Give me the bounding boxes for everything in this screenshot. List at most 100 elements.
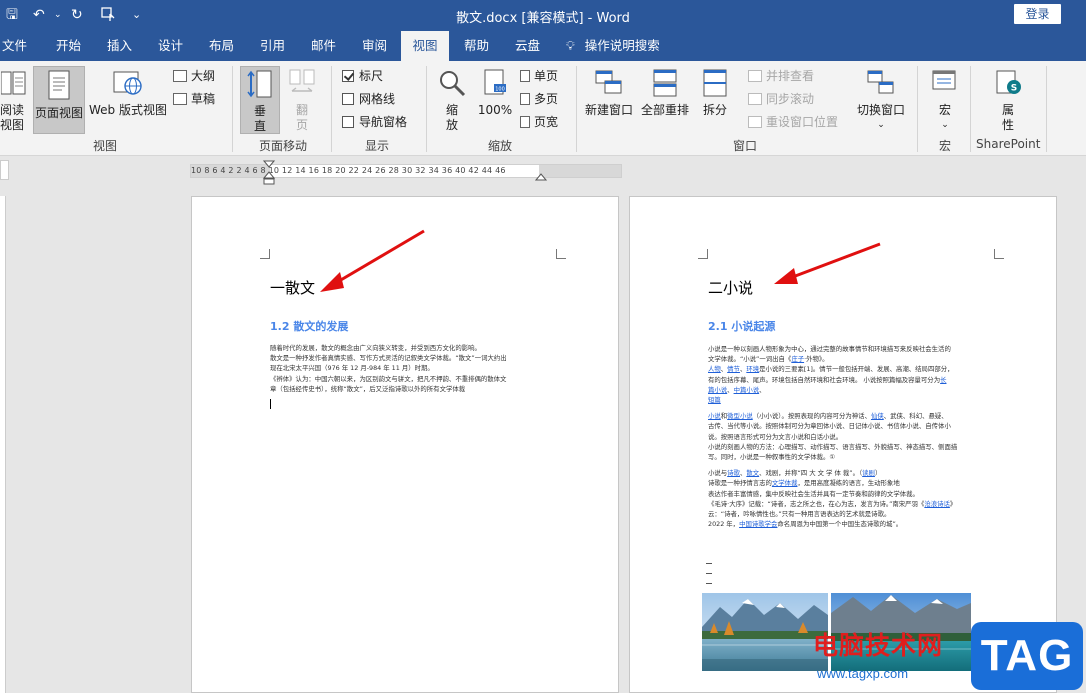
page2-subheading[interactable]: 2.1 小说起源 — [708, 318, 775, 334]
draft-button[interactable]: 草稿 — [173, 90, 215, 108]
vertical-icon — [247, 70, 272, 98]
checkbox-unchecked-icon — [342, 116, 354, 128]
link[interactable]: 文学体裁 — [772, 479, 798, 487]
page2-line: 表达作者丰富情感，集中反映社会生活并具有一定节奏和韵律的文学体裁。 — [708, 489, 919, 498]
link[interactable]: 情节 — [727, 365, 740, 373]
page1-heading[interactable]: 一散文 — [270, 277, 315, 298]
link[interactable]: 中篇小说 — [734, 386, 760, 394]
page-movement-group-label: 页面移动 — [258, 139, 307, 153]
page1-subheading[interactable]: 1.2 散文的发展 — [270, 318, 348, 334]
tab-references[interactable]: 引用 — [258, 31, 287, 61]
page2-line: 小说是一种以刻画人物形象为中心，通过完整的故事情节和环境描写来反映社会生活的 — [708, 345, 951, 353]
vertical-label: 垂 直 — [253, 104, 266, 133]
side-by-side-label: 并排查看 — [766, 69, 815, 83]
arrange-all-label: 全部重排 — [640, 103, 689, 117]
link[interactable]: 微型小说 — [727, 412, 753, 420]
sync-scroll-label: 同步滚动 — [766, 92, 815, 106]
group-separator — [917, 66, 918, 152]
page2-heading[interactable]: 二小说 — [708, 277, 753, 298]
split-label: 拆分 — [702, 103, 727, 117]
title-bar: 🖫 ↶ ⌄ ↻ ⌄ 散文.docx [兼容模式] - Word 登录 — [0, 0, 1086, 31]
login-button[interactable]: 登录 — [1014, 4, 1061, 24]
page2-line: 云：“诗者，吟咏情性也。”只有一种用言语表达的艺术就是诗歌。 — [708, 510, 891, 519]
checkbox-checked-icon — [342, 70, 354, 82]
link[interactable]: 庄子 — [791, 355, 804, 363]
page2-line: 2022 年，中国诗歌学会命名周恩为中国第一个中国生态诗歌的城”。 — [708, 520, 903, 529]
page2-line: 小说的刻画人物的方法：心理描写、动作描写、语言描写、外貌描写、神态描写、侧面描 — [708, 442, 958, 451]
vertical-ruler — [0, 196, 6, 693]
page-width-button[interactable]: 页宽 — [520, 113, 558, 131]
tab-cloud[interactable]: 云盘 — [513, 31, 542, 61]
link[interactable]: 中国诗歌学会 — [739, 520, 777, 528]
macros-label: 宏 — [938, 103, 951, 117]
synchronous-scrolling-button[interactable]: 同步滚动 — [748, 90, 814, 108]
multiple-pages-button[interactable]: 多页 — [520, 90, 558, 108]
vertical-button[interactable]: 垂 直 — [240, 66, 280, 134]
tell-me-label: 操作说明搜索 — [584, 38, 660, 53]
page1-line: 《辨体》认为：中国六朝以来，为区别韵文与骈文，把凡不押韵、不重排偶的散体文 — [270, 374, 507, 383]
landscape-photo-1[interactable] — [702, 593, 828, 671]
web-layout-button[interactable]: Web 版式视图 — [87, 69, 169, 131]
right-indent-marker-icon[interactable] — [535, 170, 547, 184]
gridlines-checkbox[interactable]: 网格线 — [342, 90, 395, 108]
tab-file[interactable]: 文件 — [0, 31, 29, 61]
link[interactable]: 沧浪诗话 — [924, 500, 950, 508]
arrange-all-button[interactable]: 全部重排 — [639, 69, 691, 131]
read-mode-label: 阅读 视图 — [0, 103, 25, 132]
ruler-checkbox[interactable]: 标尺 — [342, 67, 383, 85]
link[interactable]: 小说 — [708, 412, 721, 420]
list-marker — [706, 583, 712, 584]
link[interactable]: 短篇 — [708, 396, 721, 404]
link[interactable]: 人物 — [708, 365, 721, 373]
link[interactable]: 环境 — [746, 365, 759, 373]
sharepoint-group-label: SharePoint — [976, 137, 1041, 151]
switch-windows-button[interactable]: 切换窗口 ⌄ — [853, 69, 909, 135]
page2-line: 古传、当代等小说。按照体制可分为章回体小说、日记体小说、书信体小说、自传体小 — [708, 422, 951, 431]
side-to-side-label: 翻 页 — [295, 103, 308, 132]
sync-scroll-icon — [748, 93, 762, 105]
tab-mailings[interactable]: 邮件 — [309, 31, 338, 61]
tell-me-search[interactable]: 💡︎ 操作说明搜索 — [566, 31, 660, 61]
zoom-button[interactable]: 缩 放 — [436, 69, 468, 132]
properties-button[interactable]: S 属 性 — [988, 69, 1028, 135]
link[interactable]: 诗歌 — [727, 469, 740, 477]
link[interactable]: 长 — [940, 376, 946, 384]
print-layout-button[interactable]: 页面视图 — [33, 66, 85, 134]
tab-review[interactable]: 审阅 — [360, 31, 389, 61]
tab-home[interactable]: 开始 — [54, 31, 83, 61]
tab-insert[interactable]: 插入 — [105, 31, 134, 61]
zoom-100-button[interactable]: 100 100% — [476, 69, 514, 131]
page2-line: 诗歌是一种抒情言志的文学体裁，是用高度凝练的语言，生动形象地 — [708, 479, 900, 488]
navigation-pane-checkbox[interactable]: 导航窗格 — [342, 113, 407, 131]
reset-window-position-button[interactable]: 重设窗口位置 — [748, 113, 838, 131]
split-button[interactable]: 拆分 — [697, 69, 733, 131]
tab-view[interactable]: 视图 — [401, 31, 449, 61]
ruler-bar: 10 8 6 4 2 2 4 6 8 10 12 14 16 18 20 22 … — [0, 156, 1086, 186]
page2-line: 人物、情节、环境是小说的三要素[1]。情节一般包括开端、发展、高潮、结局四部分， — [708, 365, 954, 374]
tab-help[interactable]: 帮助 — [462, 31, 491, 61]
link[interactable]: 散文 — [746, 469, 759, 477]
outline-label: 大纲 — [191, 69, 216, 83]
page1-body[interactable]: 随着时代的发展，散文的概念由广义向狭义转变，并受到西方文化的影响。 散文是一种抒… — [270, 343, 570, 394]
indent-marker-icon[interactable] — [263, 160, 275, 186]
side-to-side-button[interactable]: 翻 页 — [283, 69, 321, 132]
tab-selector[interactable] — [0, 160, 9, 180]
page2-line: 短篇 — [708, 395, 1008, 405]
print-layout-icon — [48, 70, 70, 100]
one-page-button[interactable]: 单页 — [520, 67, 558, 85]
zoom-label: 缩 放 — [445, 103, 458, 132]
horizontal-ruler[interactable]: 10 8 6 4 2 2 4 6 8 10 12 14 16 18 20 22 … — [190, 164, 622, 178]
link[interactable]: 篇小说 — [708, 386, 727, 394]
watermark-url: www.tagxp.com — [817, 666, 909, 681]
read-mode-button[interactable]: 阅读 视图 — [0, 69, 28, 132]
ruler-label: 标尺 — [359, 69, 384, 83]
tab-layout[interactable]: 布局 — [207, 31, 236, 61]
link[interactable]: 仙侠 — [871, 412, 884, 420]
view-side-by-side-button[interactable]: 并排查看 — [748, 67, 814, 85]
new-window-button[interactable]: 新建窗口 — [583, 69, 635, 131]
outline-button[interactable]: 大纲 — [173, 67, 215, 85]
tab-design[interactable]: 设计 — [156, 31, 185, 61]
link[interactable]: 读剧 — [862, 469, 875, 477]
macros-button[interactable]: 宏 ⌄ — [927, 69, 963, 135]
page2-body[interactable]: 小说是一种以刻画人物形象为中心，通过完整的故事情节和环境描写来反映社会生活的 文… — [708, 344, 1008, 529]
